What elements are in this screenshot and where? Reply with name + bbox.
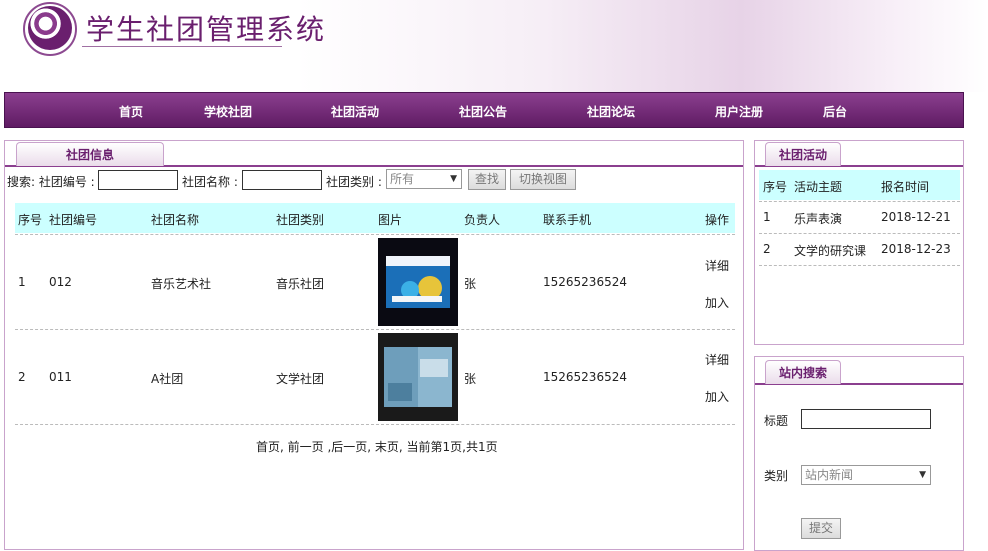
row-divider xyxy=(759,265,960,266)
nav-announcements[interactable]: 社团公告 xyxy=(459,103,507,120)
search-name-label: 社团名称 : xyxy=(182,175,238,189)
row-divider xyxy=(15,329,735,330)
row2-leader: 张 xyxy=(464,372,477,386)
site-title: 学生社团管理系统 xyxy=(86,13,327,46)
site-search-panel xyxy=(754,356,964,551)
row-divider xyxy=(759,233,960,234)
col-action: 操作 xyxy=(705,213,730,227)
row1-phone: 15265236524 xyxy=(543,275,627,289)
row1-leader: 张 xyxy=(464,277,477,291)
row2-no: 2 xyxy=(18,370,26,384)
row2-code: 011 xyxy=(49,370,72,384)
search-type-label: 社团类别 : xyxy=(326,175,382,189)
row2-type: 文学社团 xyxy=(276,372,325,386)
col-name: 社团名称 xyxy=(151,213,200,227)
act-col-topic: 活动主题 xyxy=(794,180,843,194)
act-col-no: 序号 xyxy=(763,180,788,194)
nav-register[interactable]: 用户注册 xyxy=(715,103,763,120)
site-search-title-label: 标题 xyxy=(764,414,789,428)
row2-phone: 15265236524 xyxy=(543,370,627,384)
act-row1-date: 2018-12-21 xyxy=(881,210,951,224)
nav-clubs[interactable]: 学校社团 xyxy=(204,103,252,120)
main-nav: 首页 学校社团 社团活动 社团公告 社团论坛 用户注册 后台 xyxy=(4,92,964,128)
col-type: 社团类别 xyxy=(276,213,325,227)
row1-code: 012 xyxy=(49,275,72,289)
activity-table-header xyxy=(759,170,960,200)
club-type-select[interactable]: 所有 ▼ xyxy=(386,169,462,189)
col-no: 序号 xyxy=(18,213,43,227)
site-search-type-label: 类别 xyxy=(764,469,789,483)
act-row2-topic[interactable]: 文学的研究课 xyxy=(794,242,866,259)
col-image: 图片 xyxy=(378,213,403,227)
act-col-date: 报名时间 xyxy=(881,180,930,194)
row1-type: 音乐社团 xyxy=(276,277,325,291)
nav-admin[interactable]: 后台 xyxy=(823,103,847,120)
row-divider xyxy=(759,201,960,202)
row1-no: 1 xyxy=(18,275,26,289)
col-code: 社团编号 xyxy=(49,213,98,227)
school-logo-icon xyxy=(28,6,72,50)
row2-name: A社团 xyxy=(151,372,184,386)
club-name-input[interactable] xyxy=(242,170,322,190)
row1-join-link[interactable]: 加入 xyxy=(705,294,729,311)
site-search-title-input[interactable] xyxy=(801,409,931,429)
tab-activities[interactable]: 社团活动 xyxy=(765,142,841,166)
row2-club-image[interactable] xyxy=(378,333,458,421)
club-table-header xyxy=(15,203,735,233)
act-row2-no: 2 xyxy=(763,242,771,256)
row-divider xyxy=(15,424,735,425)
site-search-type-value: 站内新闻 xyxy=(805,468,854,482)
act-row2-date: 2018-12-23 xyxy=(881,242,951,256)
search-code-label: 搜索: 社团编号 : xyxy=(7,175,95,189)
switch-view-button[interactable]: 切换视图 xyxy=(510,169,576,190)
col-phone: 联系手机 xyxy=(543,213,592,227)
pagination[interactable]: 首页, 前一页 ,后一页, 末页, 当前第1页,共1页 xyxy=(256,438,498,455)
chevron-down-icon: ▼ xyxy=(450,174,457,184)
nav-home[interactable]: 首页 xyxy=(119,103,143,120)
club-info-panel xyxy=(4,140,744,550)
row2-join-link[interactable]: 加入 xyxy=(705,388,729,405)
chevron-down-icon: ▼ xyxy=(919,470,926,480)
site-search-type-select[interactable]: 站内新闻 ▼ xyxy=(801,465,931,485)
club-code-input[interactable] xyxy=(98,170,178,190)
col-leader: 负责人 xyxy=(464,213,501,227)
header: 学生社团管理系统 xyxy=(0,0,988,92)
nav-forum[interactable]: 社团论坛 xyxy=(587,103,635,120)
club-type-value: 所有 xyxy=(390,172,415,186)
act-row1-no: 1 xyxy=(763,210,771,224)
row1-detail-link[interactable]: 详细 xyxy=(705,257,729,274)
tab-club-info[interactable]: 社团信息 xyxy=(16,142,164,166)
submit-button[interactable]: 提交 xyxy=(801,518,841,539)
row2-detail-link[interactable]: 详细 xyxy=(705,351,729,368)
act-row1-topic[interactable]: 乐声表演 xyxy=(794,210,842,227)
tab-site-search[interactable]: 站内搜索 xyxy=(765,360,841,384)
row-divider xyxy=(15,234,735,235)
search-button[interactable]: 查找 xyxy=(468,169,506,190)
title-underline xyxy=(82,46,282,47)
nav-activities[interactable]: 社团活动 xyxy=(331,103,379,120)
row1-name: 音乐艺术社 xyxy=(151,277,212,291)
row1-club-image[interactable] xyxy=(378,238,458,326)
